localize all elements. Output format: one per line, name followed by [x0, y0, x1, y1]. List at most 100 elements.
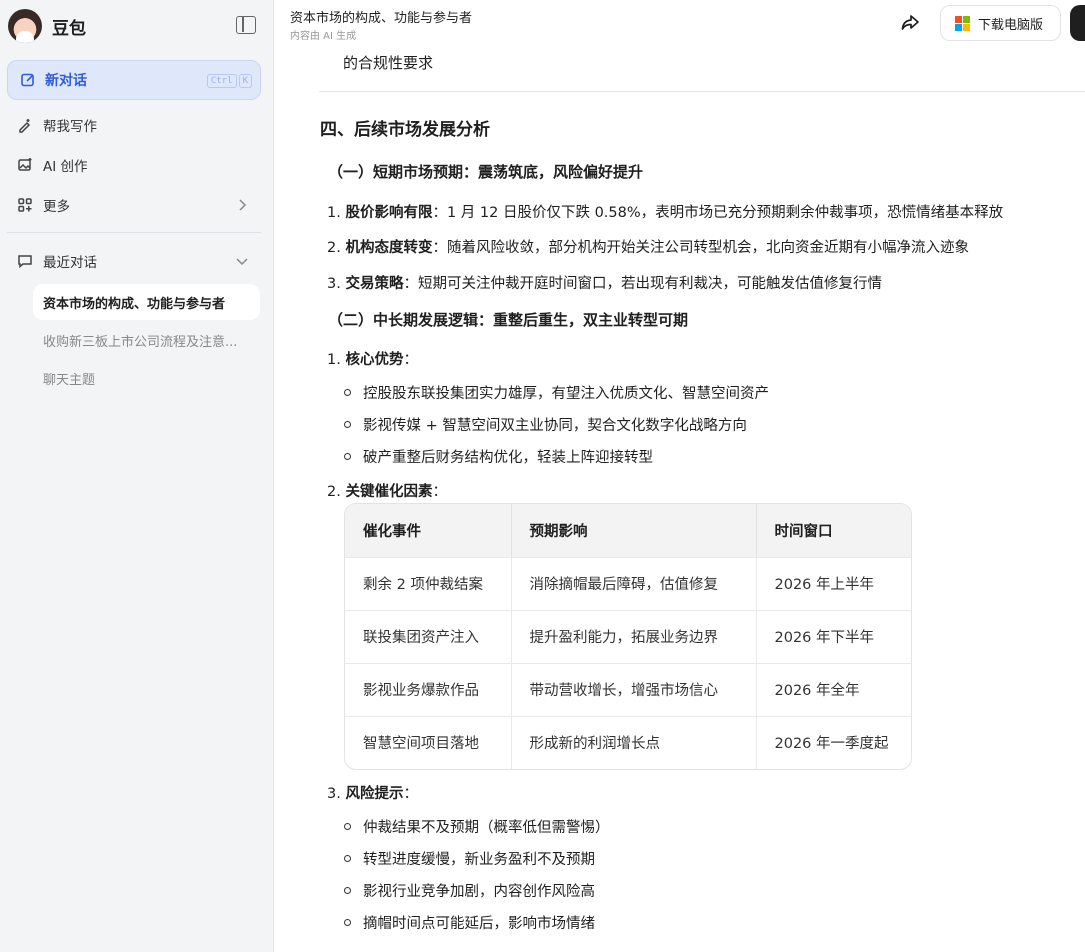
bullet-dot	[344, 887, 351, 894]
list-item-text: ：短期可关注仲裁开庭时间窗口，若出现有利裁决，可能触发估值修复行情	[403, 276, 882, 292]
bullet-item: 影视传媒 + 智慧空间双主业协同，契合文化数字化战略方向	[344, 414, 747, 435]
ai-generated-note: 内容由 AI 生成	[290, 31, 357, 42]
list-item-title: 股价影响有限	[345, 205, 433, 221]
catalyst-table: 催化事件 预期影响 时间窗口 剩余 2 项仲裁结案 消除摘帽最后障碍，估值修复 …	[344, 503, 912, 770]
bullet-dot	[344, 389, 351, 396]
list-item-suffix: ：	[432, 484, 447, 500]
table-cell: 2026 年全年	[756, 662, 911, 716]
share-icon[interactable]	[900, 13, 920, 33]
list-item: 3. 风险提示：	[327, 782, 418, 803]
table-cell: 影视业务爆款作品	[345, 662, 512, 716]
list-item-title: 关键催化因素	[345, 484, 433, 500]
bullet-item: 控股股东联投集团实力雄厚，有望注入优质文化、智慧空间资产	[344, 382, 769, 403]
table-cell: 剩余 2 项仲裁结案	[345, 556, 512, 610]
sidebar-item-label: AI 创作	[43, 159, 88, 175]
brand-name: 豆包	[52, 18, 86, 39]
table-cell: 提升盈利能力，拓展业务边界	[511, 609, 757, 663]
list-item: 1. 核心优势：	[327, 348, 418, 369]
chevron-right-icon	[239, 199, 247, 211]
sidebar-item-ai-create[interactable]: AI 创作	[7, 147, 261, 183]
list-number: 1.	[327, 205, 341, 221]
new-chat-button[interactable]: 新对话 Ctrl K	[7, 60, 261, 100]
list-number: 3.	[327, 786, 341, 802]
section-divider	[319, 91, 1085, 92]
sidebar-item-label: 帮我写作	[43, 119, 97, 135]
table-row: 影视业务爆款作品 带动营收增长，增强市场信心 2026 年全年	[345, 662, 911, 716]
shortcut-key: K	[238, 74, 252, 88]
bullet-text: 影视行业竞争加剧，内容创作风险高	[363, 884, 595, 900]
sidebar: 豆包 新对话 Ctrl K 帮我写作 AI 创作 更多 最近对话 资本市场的构成…	[0, 0, 274, 952]
brand[interactable]: 豆包	[8, 8, 86, 44]
account-button[interactable]	[1070, 5, 1085, 41]
bullet-item: 影视行业竞争加剧，内容创作风险高	[344, 880, 595, 901]
list-item-text: ：随着风险收敛，部分机构开始关注公司转型机会，北向资金近期有小幅净流入迹象	[432, 240, 969, 256]
bullet-dot	[344, 919, 351, 926]
list-item: 2. 机构态度转变：随着风险收敛，部分机构开始关注公司转型机会，北向资金近期有小…	[327, 236, 969, 257]
section-title: 四、后续市场发展分析	[320, 120, 490, 140]
history-item-active[interactable]: 资本市场的构成、功能与参与者	[33, 284, 260, 320]
table-header: 时间窗口	[756, 504, 911, 557]
table-cell: 2026 年上半年	[756, 556, 911, 610]
bullet-text: 影视传媒 + 智慧空间双主业协同，契合文化数字化战略方向	[363, 418, 747, 434]
history-item[interactable]: 收购新三板上市公司流程及注意...	[33, 322, 260, 358]
table-row: 剩余 2 项仲裁结案 消除摘帽最后障碍，估值修复 2026 年上半年	[345, 556, 911, 610]
list-number: 3.	[327, 276, 341, 292]
list-number: 2.	[327, 484, 341, 500]
bullet-dot	[344, 855, 351, 862]
list-item-suffix: ：	[403, 786, 418, 802]
sidebar-item-more[interactable]: 更多	[7, 187, 261, 223]
bullet-text: 转型进度缓慢，新业务盈利不及预期	[363, 852, 595, 868]
image-sparkle-icon	[18, 158, 32, 171]
table-cell: 联投集团资产注入	[345, 609, 512, 663]
subsection-title: （一）短期市场预期：震荡筑底，风险偏好提升	[328, 163, 644, 181]
sidebar-toggle-icon[interactable]	[236, 16, 256, 34]
bullet-item: 仲裁结果不及预期（概率低但需警惕）	[344, 816, 610, 837]
chat-bubble-icon	[18, 255, 32, 269]
list-item-text: ：1 月 12 日股价仅下跌 0.58%，表明市场已充分预期剩余仲裁事项，恐慌情…	[432, 205, 1004, 221]
top-bar: 资本市场的构成、功能与参与者 内容由 AI 生成 下载电脑版	[274, 0, 1085, 46]
bullet-dot	[344, 453, 351, 460]
table-cell: 带动营收增长，增强市场信心	[511, 662, 757, 716]
bullet-dot	[344, 823, 351, 830]
windows-logo-icon	[955, 15, 970, 31]
sidebar-item-writing[interactable]: 帮我写作	[7, 107, 261, 143]
shortcut-hint: Ctrl K	[206, 74, 252, 88]
list-item-title: 机构态度转变	[345, 240, 433, 256]
list-item: 3. 交易策略：短期可关注仲裁开庭时间窗口，若出现有利裁决，可能触发估值修复行情	[327, 272, 882, 293]
table-cell: 2026 年下半年	[756, 609, 911, 663]
table-header: 催化事件	[345, 504, 512, 557]
shortcut-key: Ctrl	[206, 74, 237, 88]
list-number: 2.	[327, 240, 341, 256]
chevron-down-icon[interactable]	[235, 254, 249, 268]
bullet-text: 控股股东联投集团实力雄厚，有望注入优质文化、智慧空间资产	[363, 386, 769, 402]
edit-icon	[21, 73, 34, 87]
conversation-title: 资本市场的构成、功能与参与者	[290, 11, 473, 26]
list-item: 1. 股价影响有限：1 月 12 日股价仅下跌 0.58%，表明市场已充分预期剩…	[327, 201, 1003, 222]
previous-text: 的合规性要求	[343, 54, 434, 72]
avatar	[8, 9, 42, 43]
bullet-item: 破产重整后财务结构优化，轻装上阵迎接转型	[344, 446, 653, 467]
pen-sparkle-icon	[19, 119, 31, 133]
bullet-text: 仲裁结果不及预期（概率低但需警惕）	[363, 820, 610, 836]
table-cell: 智慧空间项目落地	[345, 715, 512, 769]
subsection-title: （二）中长期发展逻辑：重整后重生，双主业转型可期	[328, 311, 689, 329]
table-row: 智慧空间项目落地 形成新的利润增长点 2026 年一季度起	[345, 715, 911, 769]
recent-chats-label: 最近对话	[43, 255, 97, 271]
table-row: 联投集团资产注入 提升盈利能力，拓展业务边界 2026 年下半年	[345, 609, 911, 663]
download-desktop-button[interactable]: 下载电脑版	[940, 5, 1061, 41]
list-item: 2. 关键催化因素：	[327, 480, 447, 501]
table-cell: 形成新的利润增长点	[511, 715, 757, 769]
new-chat-label: 新对话	[45, 73, 87, 89]
chat-content: 的合规性要求 四、后续市场发展分析 （一）短期市场预期：震荡筑底，风险偏好提升 …	[274, 46, 1085, 952]
recent-chats-header[interactable]: 最近对话	[7, 243, 261, 279]
bullet-text: 破产重整后财务结构优化，轻装上阵迎接转型	[363, 450, 653, 466]
history-item[interactable]: 聊天主题	[33, 360, 260, 396]
list-number: 1.	[327, 352, 341, 368]
bullet-dot	[344, 421, 351, 428]
list-item-title: 风险提示	[345, 786, 404, 802]
apps-grid-icon	[18, 198, 32, 212]
table-cell: 消除摘帽最后障碍，估值修复	[511, 556, 757, 610]
bullet-item: 摘帽时间点可能延后，影响市场情绪	[344, 912, 595, 933]
list-item-title: 交易策略	[345, 276, 404, 292]
sidebar-divider	[7, 232, 261, 233]
